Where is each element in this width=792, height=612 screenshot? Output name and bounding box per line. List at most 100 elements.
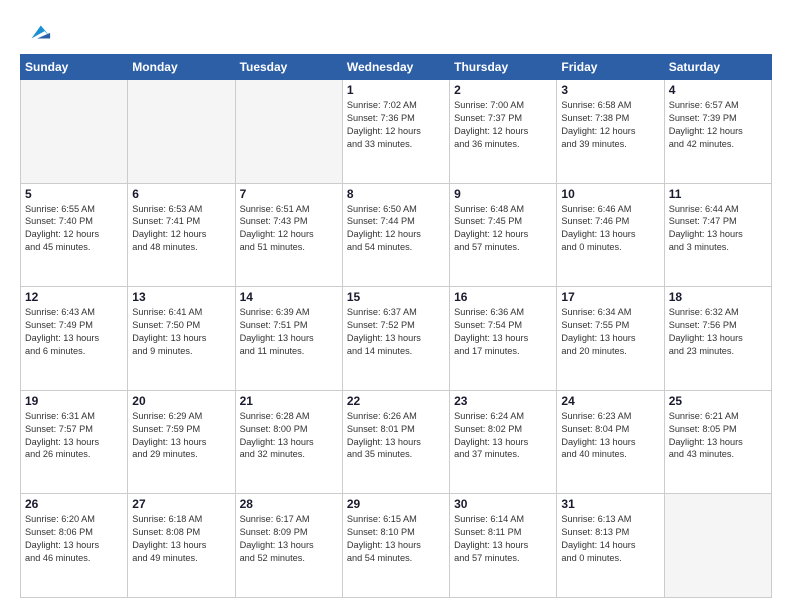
day-info: Sunrise: 6:44 AM Sunset: 7:47 PM Dayligh… bbox=[669, 203, 767, 255]
day-number: 29 bbox=[347, 497, 445, 511]
day-number: 10 bbox=[561, 187, 659, 201]
day-info: Sunrise: 6:58 AM Sunset: 7:38 PM Dayligh… bbox=[561, 99, 659, 151]
calendar: SundayMondayTuesdayWednesdayThursdayFrid… bbox=[20, 54, 772, 598]
day-info: Sunrise: 6:14 AM Sunset: 8:11 PM Dayligh… bbox=[454, 513, 552, 565]
calendar-cell: 21 Sunrise: 6:28 AM Sunset: 8:00 PM Dayli… bbox=[235, 390, 342, 494]
day-number: 20 bbox=[132, 394, 230, 408]
day-info: Sunrise: 6:26 AM Sunset: 8:01 PM Dayligh… bbox=[347, 410, 445, 462]
day-number: 9 bbox=[454, 187, 552, 201]
day-info: Sunrise: 6:46 AM Sunset: 7:46 PM Dayligh… bbox=[561, 203, 659, 255]
calendar-week-row: 1Sunrise: 7:02 AM Sunset: 7:36 PM Daylig… bbox=[21, 80, 772, 184]
logo-icon bbox=[24, 18, 52, 46]
calendar-cell: 20 Sunrise: 6:29 AM Sunset: 7:59 PM Dayli… bbox=[128, 390, 235, 494]
calendar-cell bbox=[235, 80, 342, 184]
calendar-cell: 7 Sunrise: 6:51 AM Sunset: 7:43 PM Daylig… bbox=[235, 183, 342, 287]
calendar-cell: 12 Sunrise: 6:43 AM Sunset: 7:49 PM Dayli… bbox=[21, 287, 128, 391]
calendar-cell: 29 Sunrise: 6:15 AM Sunset: 8:10 PM Dayli… bbox=[342, 494, 449, 598]
calendar-cell: 3 Sunrise: 6:58 AM Sunset: 7:38 PM Daylig… bbox=[557, 80, 664, 184]
day-info: Sunrise: 6:31 AM Sunset: 7:57 PM Dayligh… bbox=[25, 410, 123, 462]
calendar-cell: 2Sunrise: 7:00 AM Sunset: 7:37 PM Daylig… bbox=[450, 80, 557, 184]
day-number: 12 bbox=[25, 290, 123, 304]
day-info: Sunrise: 6:20 AM Sunset: 8:06 PM Dayligh… bbox=[25, 513, 123, 565]
calendar-cell: 23Sunrise: 6:24 AM Sunset: 8:02 PM Dayli… bbox=[450, 390, 557, 494]
day-info: Sunrise: 6:41 AM Sunset: 7:50 PM Dayligh… bbox=[132, 306, 230, 358]
day-info: Sunrise: 6:43 AM Sunset: 7:49 PM Dayligh… bbox=[25, 306, 123, 358]
day-info: Sunrise: 6:53 AM Sunset: 7:41 PM Dayligh… bbox=[132, 203, 230, 255]
calendar-cell: 6 Sunrise: 6:53 AM Sunset: 7:41 PM Daylig… bbox=[128, 183, 235, 287]
logo bbox=[20, 18, 52, 46]
day-number: 5 bbox=[25, 187, 123, 201]
day-number: 19 bbox=[25, 394, 123, 408]
day-number: 1 bbox=[347, 83, 445, 97]
calendar-week-row: 19 Sunrise: 6:31 AM Sunset: 7:57 PM Dayli… bbox=[21, 390, 772, 494]
calendar-header-row: SundayMondayTuesdayWednesdayThursdayFrid… bbox=[21, 55, 772, 80]
day-info: Sunrise: 7:00 AM Sunset: 7:37 PM Dayligh… bbox=[454, 99, 552, 151]
day-number: 17 bbox=[561, 290, 659, 304]
calendar-header-saturday: Saturday bbox=[664, 55, 771, 80]
day-info: Sunrise: 6:32 AM Sunset: 7:56 PM Dayligh… bbox=[669, 306, 767, 358]
day-info: Sunrise: 6:23 AM Sunset: 8:04 PM Dayligh… bbox=[561, 410, 659, 462]
calendar-cell: 4Sunrise: 6:57 AM Sunset: 7:39 PM Daylig… bbox=[664, 80, 771, 184]
page: SundayMondayTuesdayWednesdayThursdayFrid… bbox=[0, 0, 792, 612]
calendar-cell: 27 Sunrise: 6:18 AM Sunset: 8:08 PM Dayli… bbox=[128, 494, 235, 598]
day-number: 23 bbox=[454, 394, 552, 408]
calendar-cell: 10 Sunrise: 6:46 AM Sunset: 7:46 PM Dayli… bbox=[557, 183, 664, 287]
calendar-cell: 18 Sunrise: 6:32 AM Sunset: 7:56 PM Dayli… bbox=[664, 287, 771, 391]
calendar-header-friday: Friday bbox=[557, 55, 664, 80]
day-info: Sunrise: 6:28 AM Sunset: 8:00 PM Dayligh… bbox=[240, 410, 338, 462]
day-number: 24 bbox=[561, 394, 659, 408]
calendar-cell: 16 Sunrise: 6:36 AM Sunset: 7:54 PM Dayli… bbox=[450, 287, 557, 391]
calendar-cell: 9Sunrise: 6:48 AM Sunset: 7:45 PM Daylig… bbox=[450, 183, 557, 287]
day-number: 26 bbox=[25, 497, 123, 511]
day-info: Sunrise: 6:21 AM Sunset: 8:05 PM Dayligh… bbox=[669, 410, 767, 462]
header bbox=[20, 18, 772, 46]
calendar-cell: 19 Sunrise: 6:31 AM Sunset: 7:57 PM Dayli… bbox=[21, 390, 128, 494]
calendar-cell: 31 Sunrise: 6:13 AM Sunset: 8:13 PM Dayli… bbox=[557, 494, 664, 598]
day-number: 8 bbox=[347, 187, 445, 201]
day-number: 11 bbox=[669, 187, 767, 201]
calendar-cell: 1Sunrise: 7:02 AM Sunset: 7:36 PM Daylig… bbox=[342, 80, 449, 184]
day-info: Sunrise: 6:13 AM Sunset: 8:13 PM Dayligh… bbox=[561, 513, 659, 565]
calendar-cell bbox=[128, 80, 235, 184]
day-info: Sunrise: 6:51 AM Sunset: 7:43 PM Dayligh… bbox=[240, 203, 338, 255]
calendar-cell: 28Sunrise: 6:17 AM Sunset: 8:09 PM Dayli… bbox=[235, 494, 342, 598]
day-number: 18 bbox=[669, 290, 767, 304]
day-info: Sunrise: 6:29 AM Sunset: 7:59 PM Dayligh… bbox=[132, 410, 230, 462]
day-info: Sunrise: 6:18 AM Sunset: 8:08 PM Dayligh… bbox=[132, 513, 230, 565]
day-number: 14 bbox=[240, 290, 338, 304]
calendar-cell: 17 Sunrise: 6:34 AM Sunset: 7:55 PM Dayli… bbox=[557, 287, 664, 391]
calendar-header-sunday: Sunday bbox=[21, 55, 128, 80]
day-number: 6 bbox=[132, 187, 230, 201]
day-info: Sunrise: 6:37 AM Sunset: 7:52 PM Dayligh… bbox=[347, 306, 445, 358]
calendar-cell: 8 Sunrise: 6:50 AM Sunset: 7:44 PM Daylig… bbox=[342, 183, 449, 287]
day-info: Sunrise: 6:36 AM Sunset: 7:54 PM Dayligh… bbox=[454, 306, 552, 358]
day-number: 16 bbox=[454, 290, 552, 304]
calendar-header-monday: Monday bbox=[128, 55, 235, 80]
day-info: Sunrise: 6:50 AM Sunset: 7:44 PM Dayligh… bbox=[347, 203, 445, 255]
day-number: 21 bbox=[240, 394, 338, 408]
calendar-cell bbox=[21, 80, 128, 184]
calendar-header-tuesday: Tuesday bbox=[235, 55, 342, 80]
day-info: Sunrise: 6:17 AM Sunset: 8:09 PM Dayligh… bbox=[240, 513, 338, 565]
calendar-cell: 22 Sunrise: 6:26 AM Sunset: 8:01 PM Dayli… bbox=[342, 390, 449, 494]
day-number: 7 bbox=[240, 187, 338, 201]
calendar-cell: 26 Sunrise: 6:20 AM Sunset: 8:06 PM Dayli… bbox=[21, 494, 128, 598]
calendar-cell: 30Sunrise: 6:14 AM Sunset: 8:11 PM Dayli… bbox=[450, 494, 557, 598]
day-number: 27 bbox=[132, 497, 230, 511]
day-number: 25 bbox=[669, 394, 767, 408]
day-number: 4 bbox=[669, 83, 767, 97]
calendar-cell: 14 Sunrise: 6:39 AM Sunset: 7:51 PM Dayli… bbox=[235, 287, 342, 391]
day-number: 31 bbox=[561, 497, 659, 511]
day-number: 3 bbox=[561, 83, 659, 97]
day-number: 22 bbox=[347, 394, 445, 408]
day-info: Sunrise: 6:34 AM Sunset: 7:55 PM Dayligh… bbox=[561, 306, 659, 358]
calendar-cell: 5 Sunrise: 6:55 AM Sunset: 7:40 PM Daylig… bbox=[21, 183, 128, 287]
calendar-cell: 15 Sunrise: 6:37 AM Sunset: 7:52 PM Dayli… bbox=[342, 287, 449, 391]
day-info: Sunrise: 6:55 AM Sunset: 7:40 PM Dayligh… bbox=[25, 203, 123, 255]
day-info: Sunrise: 6:15 AM Sunset: 8:10 PM Dayligh… bbox=[347, 513, 445, 565]
day-number: 15 bbox=[347, 290, 445, 304]
day-number: 13 bbox=[132, 290, 230, 304]
calendar-header-thursday: Thursday bbox=[450, 55, 557, 80]
day-info: Sunrise: 6:39 AM Sunset: 7:51 PM Dayligh… bbox=[240, 306, 338, 358]
calendar-week-row: 5 Sunrise: 6:55 AM Sunset: 7:40 PM Daylig… bbox=[21, 183, 772, 287]
